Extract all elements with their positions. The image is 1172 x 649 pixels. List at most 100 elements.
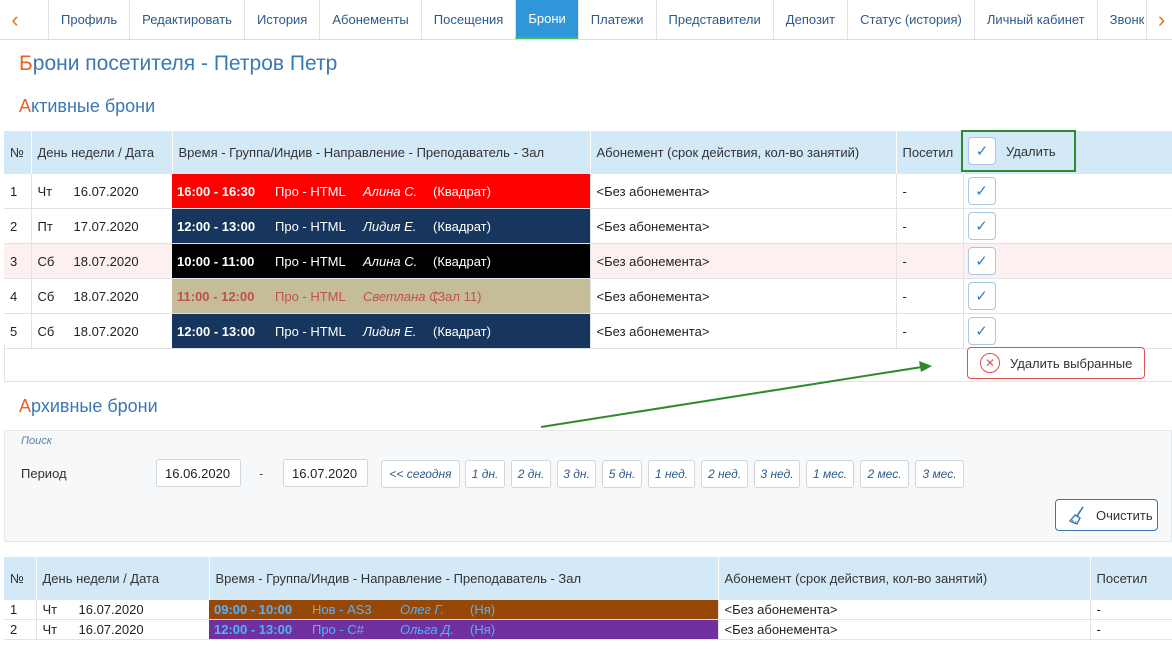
slot-room: (Зал 11) (433, 288, 482, 304)
row-subscription: <Без абонемента> (589, 243, 896, 279)
row-subscription: <Без абонемента> (589, 174, 896, 209)
row-delete-checkbox[interactable]: ✓ (967, 212, 996, 240)
quick-period-button[interactable]: 3 мес. (915, 460, 964, 488)
tab-11[interactable]: Звонк (1096, 0, 1146, 39)
slot-group: Нов - AS3 (312, 602, 372, 617)
slot-time: 09:00 - 10:00 (214, 602, 293, 617)
chevron-left-icon[interactable]: ‹ (0, 0, 30, 39)
broom-icon (1068, 506, 1084, 525)
col-visited: Посетил (1090, 557, 1172, 600)
row-visited: - (895, 278, 963, 314)
row-visited: - (1089, 619, 1172, 640)
chevron-right-icon[interactable]: › (1146, 0, 1172, 39)
tab-5[interactable]: Брони (515, 0, 578, 39)
row-slot: 16:00 - 16:30 Про - HTML Алина С. (Квадрат) (172, 174, 590, 209)
row-delete-checkbox[interactable]: ✓ (967, 247, 996, 275)
row-num: 5 (4, 313, 31, 349)
archive-bookings-table: № День недели / Дата Время - Группа/Инди… (4, 557, 1172, 640)
slot-room: (Ня) (470, 622, 496, 637)
quick-period-button[interactable]: << сегодня (381, 460, 460, 488)
search-panel: Поиск Период 16.06.2020 - 16.07.2020 << … (4, 430, 1172, 542)
row-delete-checkbox[interactable]: ✓ (967, 177, 996, 205)
col-num: № (4, 131, 32, 174)
row-delete-checkbox[interactable]: ✓ (967, 317, 996, 345)
date-from-input[interactable]: 16.06.2020 (156, 459, 241, 487)
tab-8[interactable]: Депозит (772, 0, 847, 39)
active-bookings-title: Активные брони (19, 96, 155, 117)
col-date: День недели / Дата (36, 557, 210, 600)
slot-time: 12:00 - 13:00 (177, 323, 256, 339)
row-num: 1 (4, 600, 36, 620)
row-delete-checkbox[interactable]: ✓ (967, 282, 996, 310)
select-all-checkbox[interactable]: ✓ (968, 137, 996, 165)
quick-period-button[interactable]: 2 мес. (860, 460, 909, 488)
slot-cell: 16:00 - 16:30 Про - HTML Алина С. (Квадрат) (172, 174, 590, 208)
tab-4[interactable]: Посещения (420, 0, 516, 39)
delete-selected-button[interactable]: ✕ Удалить выбранные (967, 347, 1145, 379)
slot-teacher: Ольга Д. (400, 622, 455, 637)
tab-10[interactable]: Личный кабинет (973, 0, 1097, 39)
row-slot: 12:00 - 13:00 Про - C# Ольга Д. (Ня) (209, 619, 718, 640)
row-delete: ✓ (962, 243, 1172, 279)
table-row: 1 Чт 16.07.2020 16:00 - 16:30 Про - HTML Алин… (4, 174, 1172, 209)
slot-group: Про - HTML (275, 218, 346, 234)
col-subscription: Абонемент (срок действия, кол-во занятий… (718, 557, 1091, 600)
row-slot: 10:00 - 11:00 Про - HTML Алина С. (Квадрат) (172, 243, 590, 279)
slot-group: Про - C# (312, 622, 364, 637)
quick-period-button[interactable]: 2 нед. (701, 460, 748, 488)
slot-group: Про - HTML (275, 183, 346, 199)
quick-period-button[interactable]: 1 нед. (648, 460, 695, 488)
delete-selected-label: Удалить выбранные (1010, 355, 1133, 371)
archive-bookings-title: Архивные брони (19, 396, 158, 417)
col-slot: Время - Группа/Индив - Направление - Пре… (172, 131, 591, 174)
col-date: День недели / Дата (31, 131, 173, 174)
row-slot: 12:00 - 13:00 Про - HTML Лидия Е. (Квадрат) (172, 313, 590, 349)
tab-9[interactable]: Статус (история) (847, 0, 974, 39)
row-slot: 09:00 - 10:00 Нов - AS3 Олег Г. (Ня) (209, 600, 718, 620)
slot-group: Про - HTML (275, 323, 346, 339)
quick-period-button[interactable]: 3 дн. (557, 460, 596, 488)
close-circle-icon: ✕ (980, 353, 1000, 373)
row-date: Сб 18.07.2020 (30, 243, 172, 279)
quick-period-button[interactable]: 1 дн. (465, 460, 505, 488)
row-day: Сб (37, 323, 55, 339)
row-num: 2 (4, 619, 36, 640)
row-num: 1 (4, 174, 31, 209)
row-slot: 12:00 - 13:00 Про - HTML Лидия Е. (Квадрат) (172, 208, 590, 244)
search-label: Поиск (21, 435, 52, 447)
row-visited: - (895, 243, 963, 279)
archive-title-text: рхивные брони (31, 396, 158, 416)
tab-7[interactable]: Представители (655, 0, 773, 39)
page-title-first-letter: Б (19, 52, 33, 75)
date-to-input[interactable]: 16.07.2020 (283, 459, 368, 487)
row-delete: ✓ (962, 313, 1172, 349)
row-date-value: 18.07.2020 (73, 288, 139, 304)
row-date-value: 17.07.2020 (73, 218, 139, 234)
slot-cell: 11:00 - 12:00 Про - HTML Светлана С. (Зал 1… (172, 279, 590, 313)
row-subscription: <Без абонемента> (589, 208, 896, 244)
tab-bar: ‹ Профиль Редактировать История Абонементы П… (0, 0, 1172, 40)
col-visited: Посетил (896, 131, 964, 174)
tab-6[interactable]: Платежи (577, 0, 656, 39)
slot-room: (Квадрат) (433, 253, 491, 269)
quick-period-button[interactable]: 5 дн. (602, 460, 642, 488)
delete-header-label: Удалить (1006, 143, 1056, 159)
slot-time: 16:00 - 16:30 (177, 183, 256, 199)
row-date: Чт 16.07.2020 (30, 174, 172, 209)
slot-room: (Квадрат) (433, 183, 491, 199)
slot-time: 12:00 - 13:00 (177, 218, 256, 234)
quick-period-button[interactable]: 1 мес. (806, 460, 854, 488)
row-visited: - (895, 174, 963, 209)
check-icon: ✓ (975, 253, 988, 270)
slot-teacher: Светлана С. (363, 288, 443, 304)
row-num: 2 (4, 208, 31, 244)
tab-0[interactable]: Профиль (48, 0, 129, 39)
tab-1[interactable]: Редактировать (129, 0, 244, 39)
row-num: 3 (4, 243, 31, 279)
quick-period-button[interactable]: 2 дн. (511, 460, 551, 488)
tab-3[interactable]: Абонементы (319, 0, 420, 39)
quick-period-button[interactable]: 3 нед. (754, 460, 800, 488)
slot-cell: 10:00 - 11:00 Про - HTML Алина С. (Квадрат) (172, 244, 590, 278)
clear-button[interactable]: Очистить (1055, 499, 1158, 531)
tab-2[interactable]: История (243, 0, 319, 39)
